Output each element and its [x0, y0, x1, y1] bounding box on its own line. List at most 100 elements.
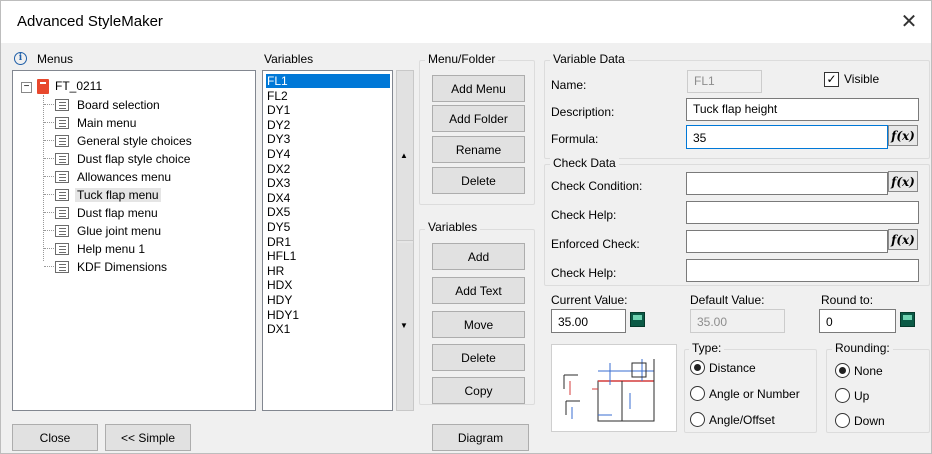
tree-item[interactable]: Glue joint menu — [55, 222, 163, 239]
menus-header: Menus — [37, 52, 74, 66]
add-text-button[interactable]: Add Text — [432, 277, 525, 304]
variable-list-item[interactable]: DX2 — [266, 162, 390, 176]
tree-guide-line — [43, 95, 44, 261]
menu-page-icon — [55, 170, 69, 183]
variables-header: Variables — [264, 52, 314, 66]
formula-fx-button[interactable]: f(x) — [888, 125, 918, 146]
type-radio-angle-or-number[interactable]: Angle or Number — [690, 386, 800, 401]
tree-item[interactable]: Dust flap style choice — [55, 150, 192, 167]
tree-guide-branch — [44, 104, 54, 105]
round-to-field[interactable]: 0 — [819, 309, 896, 333]
menu-folder-title: Menu/Folder — [425, 52, 499, 66]
variable-list-item[interactable]: FL1 — [266, 74, 390, 88]
check-condition-field[interactable] — [686, 172, 888, 195]
tree-guide-branch — [44, 266, 54, 267]
menus-tree[interactable]: − FT_0211 Board selection Main menu Genera… — [12, 70, 256, 411]
current-value-field[interactable]: 35.00 — [551, 309, 626, 333]
title-bar: Advanced StyleMaker ✕ — [1, 1, 931, 43]
tree-item[interactable]: General style choices — [55, 132, 194, 149]
variable-list-item[interactable]: DX3 — [266, 176, 390, 190]
variable-list-item[interactable]: DY5 — [266, 220, 390, 234]
close-window-icon[interactable]: ✕ — [897, 9, 921, 33]
move-button[interactable]: Move — [432, 311, 525, 338]
variable-list-item[interactable]: DY2 — [266, 118, 390, 132]
tree-item[interactable]: Main menu — [55, 114, 138, 131]
variable-list-item[interactable]: DX1 — [266, 322, 390, 336]
name-field: FL1 — [687, 70, 762, 93]
tree-guide-branch — [44, 140, 54, 141]
radio-circle-icon — [835, 413, 850, 428]
formula-field[interactable]: 35 — [686, 125, 888, 149]
type-radio-angle-offset[interactable]: Angle/Offset — [690, 412, 775, 427]
tree-guide-branch — [44, 158, 54, 159]
rounding-radio-down[interactable]: Down — [835, 413, 885, 428]
tree-guide-branch — [44, 122, 54, 123]
tree-item[interactable]: Allowances menu — [55, 168, 173, 185]
enforced-check-fx-button[interactable]: f(x) — [888, 229, 918, 250]
tree-item[interactable]: Dust flap menu — [55, 204, 160, 221]
variable-list-item[interactable]: DX5 — [266, 205, 390, 219]
description-label: Description: — [551, 105, 615, 119]
add-menu-button[interactable]: Add Menu — [432, 75, 525, 102]
variable-list-item[interactable]: HDY — [266, 293, 390, 307]
add-folder-button[interactable]: Add Folder — [432, 105, 525, 132]
menu-page-icon — [55, 116, 69, 129]
round-to-calculator-icon[interactable] — [900, 312, 915, 327]
description-field[interactable]: Tuck flap height — [686, 98, 919, 121]
copy-button[interactable]: Copy — [432, 377, 525, 404]
tree-item-label: Help menu 1 — [77, 241, 146, 256]
tree-root-label[interactable]: FT_0211 — [55, 79, 102, 93]
tree-item-label: Allowances menu — [77, 169, 172, 184]
radio-circle-icon — [690, 386, 705, 401]
check-help-field[interactable] — [686, 201, 919, 224]
radio-label: Angle/Offset — [709, 412, 775, 427]
radio-label: Down — [854, 413, 885, 428]
root-folder-icon — [37, 79, 49, 94]
scroll-down-icon: ▼ — [400, 321, 408, 330]
rounding-radio-none[interactable]: None — [835, 363, 883, 378]
tree-item[interactable]: Tuck flap menu — [55, 186, 161, 203]
variable-list-item[interactable]: FL2 — [266, 89, 390, 103]
delete-variable-button[interactable]: Delete — [432, 344, 525, 371]
tree-item-label: General style choices — [77, 133, 192, 148]
variable-list-item[interactable]: DX4 — [266, 191, 390, 205]
variable-list-item[interactable]: DY3 — [266, 132, 390, 146]
radio-circle-icon — [835, 388, 850, 403]
variable-list-item[interactable]: HDX — [266, 278, 390, 292]
variables-scrollbar[interactable]: ▲ ▼ — [396, 70, 414, 411]
diagram-button[interactable]: Diagram — [432, 424, 529, 451]
variable-data-title: Variable Data — [550, 52, 628, 66]
tree-expand-icon[interactable]: − — [21, 82, 32, 93]
variable-list-item[interactable]: HDY1 — [266, 308, 390, 322]
close-button[interactable]: Close — [12, 424, 98, 451]
variable-list-item[interactable]: HR — [266, 264, 390, 278]
check-help-2-field[interactable] — [686, 259, 919, 282]
current-value-calculator-icon[interactable] — [630, 312, 645, 327]
tree-item[interactable]: Help menu 1 — [55, 240, 147, 257]
menu-page-icon — [55, 98, 69, 111]
variables-group-title: Variables — [425, 220, 481, 234]
window-title: Advanced StyleMaker — [17, 13, 163, 30]
current-value-label: Current Value: — [551, 293, 628, 307]
enforced-check-field[interactable] — [686, 230, 888, 253]
rounding-radio-up[interactable]: Up — [835, 388, 869, 403]
variable-list-item[interactable]: HFL1 — [266, 249, 390, 263]
add-variable-button[interactable]: Add — [432, 243, 525, 270]
enforced-check-label: Enforced Check: — [551, 237, 640, 251]
menu-page-icon — [55, 134, 69, 147]
tree-item[interactable]: KDF Dimensions — [55, 258, 169, 275]
type-radio-distance[interactable]: Distance — [690, 360, 756, 375]
variable-list-item[interactable]: DY4 — [266, 147, 390, 161]
rename-button[interactable]: Rename — [432, 136, 525, 163]
tree-item[interactable]: Board selection — [55, 96, 162, 113]
visible-checkbox[interactable]: ✓ — [824, 72, 839, 87]
delete-menu-button[interactable]: Delete — [432, 167, 525, 194]
simple-mode-button[interactable]: << Simple — [105, 424, 191, 451]
check-condition-fx-button[interactable]: f(x) — [888, 171, 918, 192]
variables-list[interactable]: FL1 FL2 DY1 DY2 DY3 DY4 DX2 DX3 DX4 DX5 DY5 DR1 HFL1… — [262, 70, 393, 411]
menu-page-icon — [55, 242, 69, 255]
variable-list-item[interactable]: DR1 — [266, 235, 390, 249]
advanced-stylemaker-window: Advanced StyleMaker ✕ i Menus − FT_0211 … — [0, 0, 932, 454]
default-value-field: 35.00 — [690, 309, 785, 333]
variable-list-item[interactable]: DY1 — [266, 103, 390, 117]
